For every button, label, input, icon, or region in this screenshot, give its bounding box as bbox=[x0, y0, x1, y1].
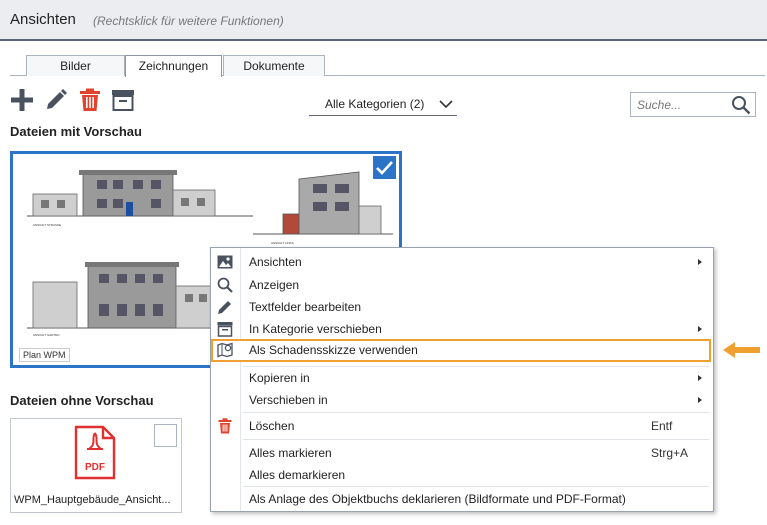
pdf-file-card[interactable]: PDF WPM_Hauptgebäude_Ansicht... bbox=[10, 418, 182, 513]
pdf-badge: PDF bbox=[85, 462, 105, 473]
menu-item-label: Alles markieren bbox=[249, 446, 332, 460]
menu-item-label: Löschen bbox=[249, 419, 295, 433]
pencil-icon bbox=[47, 89, 67, 109]
menu-item-ansichten[interactable]: Ansichten bbox=[211, 251, 713, 273]
submenu-arrow-icon bbox=[698, 259, 702, 265]
window-hint: (Rechtsklick für weitere Funktionen) bbox=[93, 14, 284, 28]
submenu-arrow-icon bbox=[698, 326, 702, 332]
menu-item-label: Als Schadensskizze verwenden bbox=[249, 343, 418, 357]
menu-item-kopieren-in[interactable]: Kopieren in bbox=[211, 367, 713, 389]
search-icon[interactable] bbox=[731, 95, 751, 115]
svg-text:ANSICHT STRASSE: ANSICHT STRASSE bbox=[33, 223, 61, 227]
menu-item-label: Kopieren in bbox=[249, 371, 310, 385]
menu-separator bbox=[243, 439, 709, 440]
menu-item-label: Alles demarkieren bbox=[249, 468, 346, 482]
trash-icon bbox=[80, 88, 100, 111]
tab-bar: Bilder Zeichnungen Dokumente bbox=[10, 55, 765, 77]
archive-box-icon bbox=[112, 90, 134, 111]
menu-separator bbox=[243, 412, 709, 413]
menu-item-textfelder-bearbeiten[interactable]: Textfelder bearbeiten bbox=[211, 296, 713, 318]
tab-dokumente[interactable]: Dokumente bbox=[223, 55, 325, 76]
menu-item-label: Verschieben in bbox=[249, 393, 328, 407]
delete-button[interactable] bbox=[78, 88, 102, 112]
checkmark-icon bbox=[376, 161, 393, 175]
tab-zeichnungen[interactable]: Zeichnungen bbox=[125, 55, 222, 77]
tab-bilder[interactable]: Bilder bbox=[26, 55, 125, 76]
section-title-without-preview: Dateien ohne Vorschau bbox=[10, 393, 154, 408]
add-button[interactable] bbox=[10, 88, 34, 112]
menu-item-alles-demarkieren[interactable]: Alles demarkieren bbox=[211, 464, 713, 486]
window-title: Ansichten bbox=[10, 11, 76, 28]
pdf-file-icon: PDF bbox=[74, 425, 116, 480]
edit-button[interactable] bbox=[44, 88, 68, 112]
svg-text:ANSICHT GARTEN: ANSICHT GARTEN bbox=[33, 333, 59, 337]
pencil-icon bbox=[218, 301, 231, 314]
pdf-file-name: WPM_Hauptgebäude_Ansicht... bbox=[14, 494, 171, 506]
menu-item-label: Textfelder bearbeiten bbox=[249, 300, 362, 314]
menu-item-shortcut: Entf bbox=[651, 419, 673, 433]
menu-separator bbox=[243, 486, 709, 487]
archive-box-icon bbox=[217, 322, 233, 337]
category-button[interactable] bbox=[111, 88, 135, 112]
submenu-arrow-icon bbox=[698, 397, 702, 403]
menu-item-als-anlage-deklarieren[interactable]: Als Anlage des Objektbuchs deklarieren (… bbox=[211, 488, 713, 510]
image-icon bbox=[217, 255, 233, 269]
title-bar: Ansichten (Rechtsklick für weitere Funkt… bbox=[0, 0, 767, 41]
submenu-arrow-icon bbox=[698, 375, 702, 381]
drawing-caption: Plan WPM bbox=[19, 348, 70, 362]
menu-item-label: Ansichten bbox=[249, 255, 302, 269]
pdf-selection-checkbox[interactable] bbox=[154, 424, 177, 447]
arrow-left-icon bbox=[723, 342, 760, 358]
category-dropdown[interactable]: Alle Kategorien (2) bbox=[309, 95, 457, 116]
category-dropdown-value: Alle Kategorien (2) bbox=[325, 97, 425, 111]
search-box bbox=[630, 92, 756, 117]
map-pin-icon bbox=[217, 342, 233, 358]
menu-item-label: In Kategorie verschieben bbox=[249, 322, 382, 336]
menu-item-label: Anzeigen bbox=[249, 278, 300, 292]
menu-item-in-kategorie-verschieben[interactable]: In Kategorie verschieben bbox=[211, 318, 713, 340]
menu-item-label: Als Anlage des Objektbuchs deklarieren (… bbox=[249, 492, 626, 506]
trash-icon bbox=[218, 418, 232, 434]
svg-text:ANSICHT LINKS: ANSICHT LINKS bbox=[271, 241, 294, 245]
context-menu: Ansichten Anzeigen Textfelder bearbeiten… bbox=[210, 247, 714, 512]
menu-item-alles-markieren[interactable]: Alles markieren Strg+A bbox=[211, 442, 713, 464]
selection-checkbox[interactable] bbox=[373, 156, 396, 179]
menu-item-verschieben-in[interactable]: Verschieben in bbox=[211, 389, 713, 411]
chevron-down-icon bbox=[439, 100, 453, 109]
menu-item-als-schadensskizze-verwenden[interactable]: Als Schadensskizze verwenden bbox=[211, 339, 711, 362]
plus-icon bbox=[11, 89, 33, 111]
menu-item-loeschen[interactable]: Löschen Entf bbox=[211, 415, 713, 437]
menu-item-shortcut: Strg+A bbox=[651, 446, 689, 460]
magnifier-icon bbox=[217, 277, 233, 293]
section-title-with-preview: Dateien mit Vorschau bbox=[10, 124, 142, 139]
menu-item-anzeigen[interactable]: Anzeigen bbox=[211, 274, 713, 296]
search-input[interactable] bbox=[637, 96, 727, 114]
